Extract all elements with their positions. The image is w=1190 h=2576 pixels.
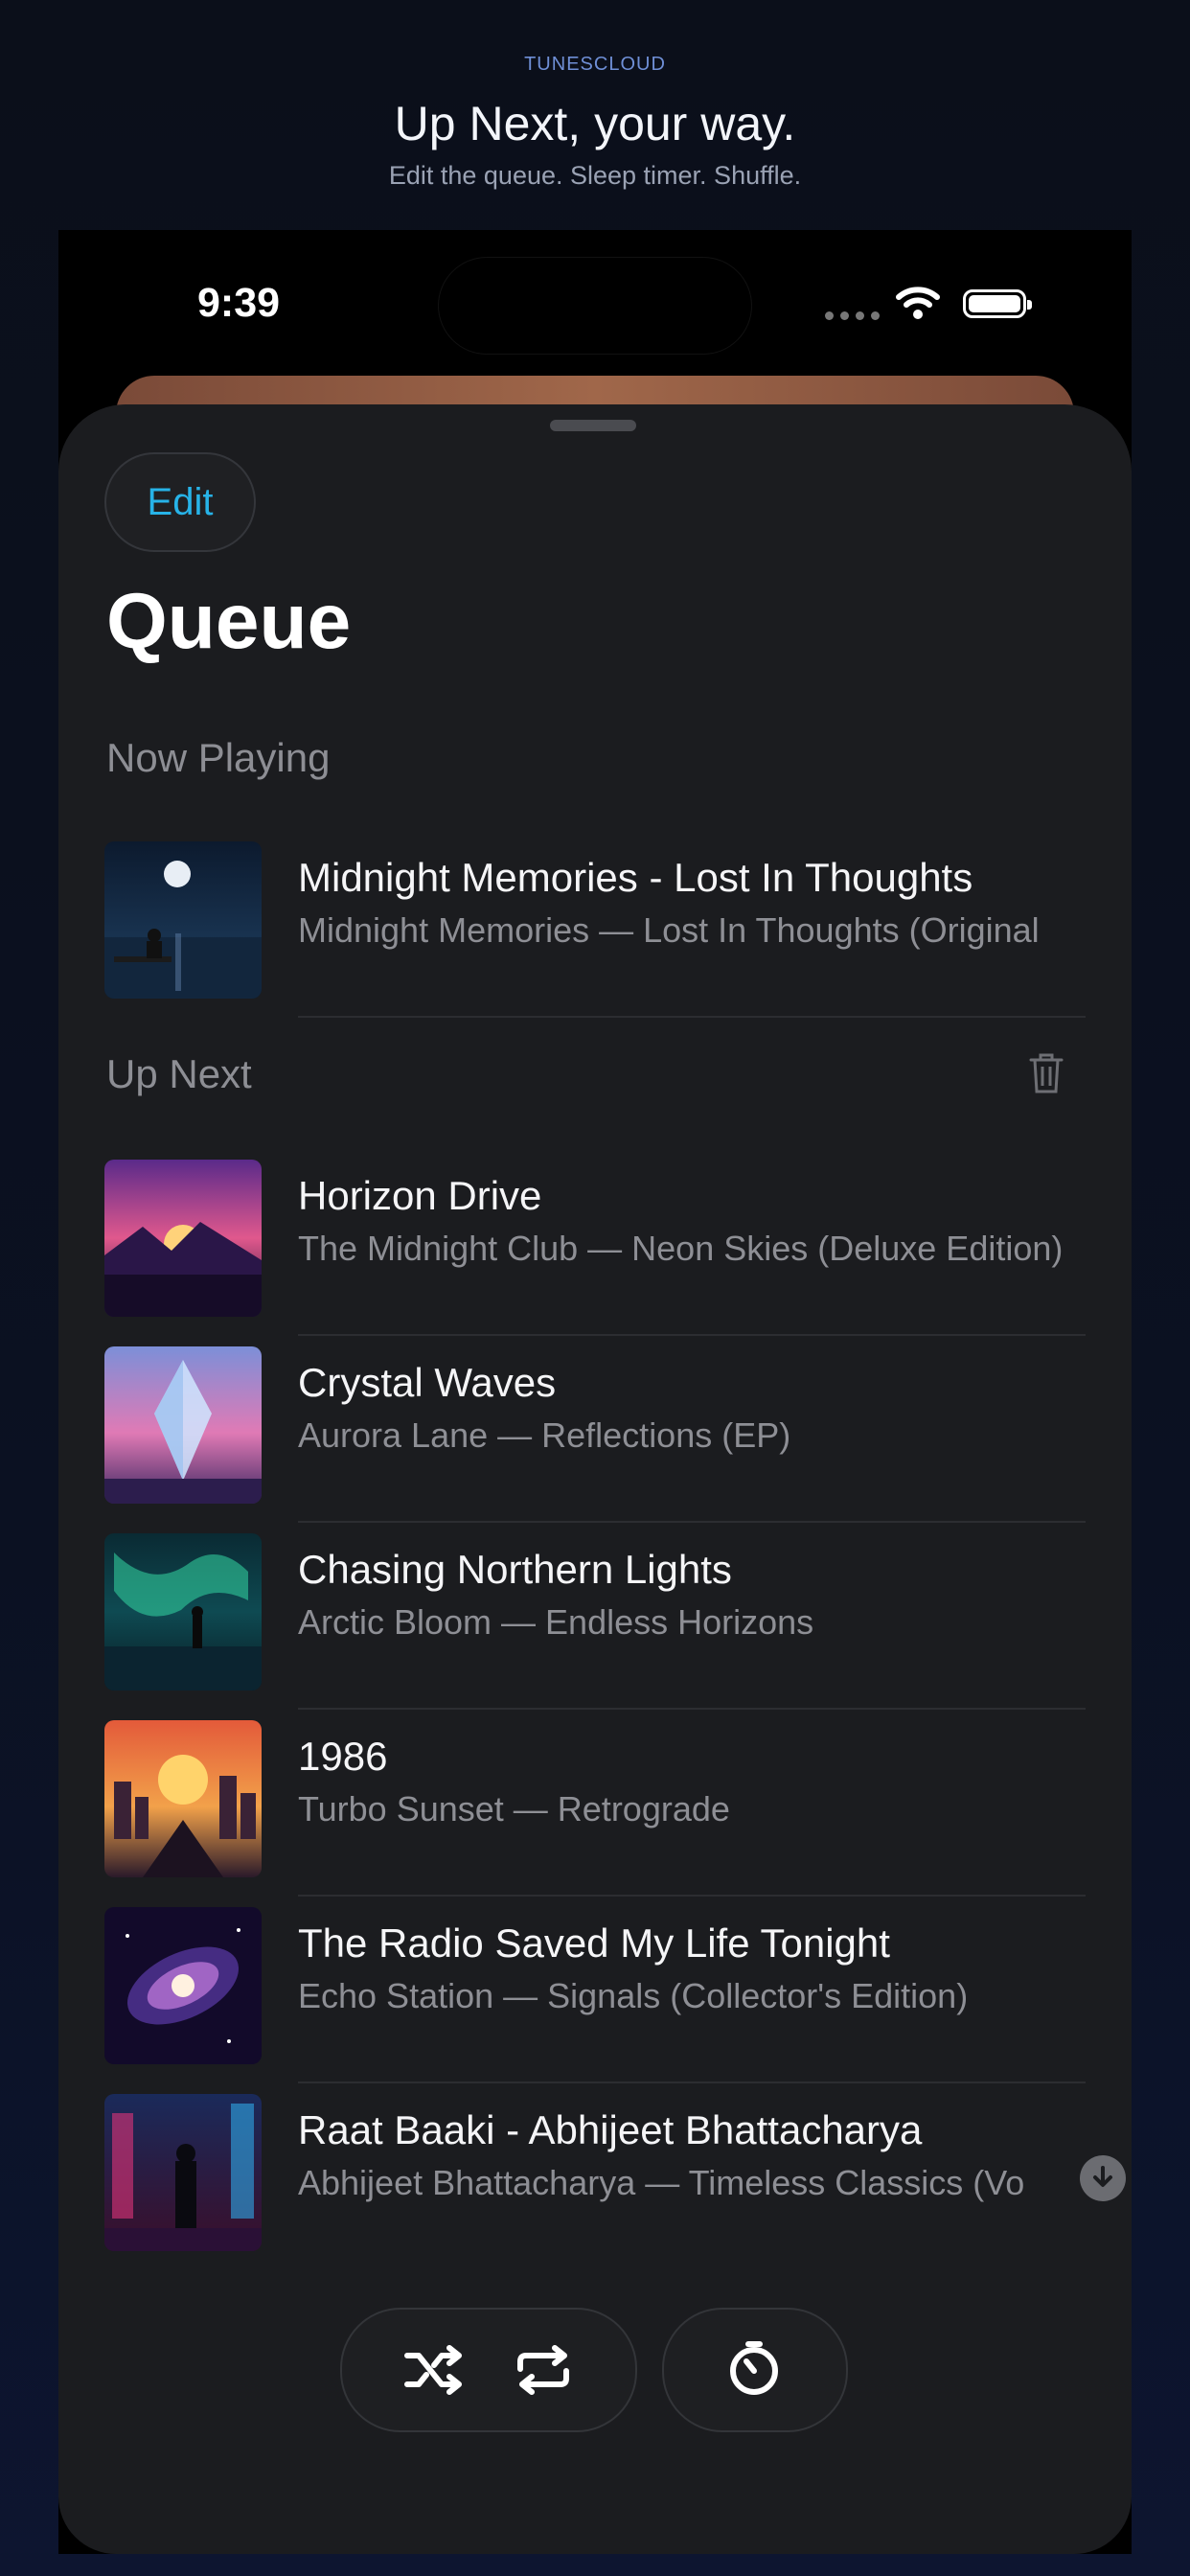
timer-icon: [730, 2341, 778, 2395]
dynamic-island: [439, 258, 751, 354]
track-subtitle: Arctic Bloom — Endless Horizons: [298, 1602, 814, 1642]
shuffle-icon[interactable]: [403, 2344, 465, 2396]
queue-row-4[interactable]: 1986 Turbo Sunset — Retrograde: [104, 1693, 1086, 1897]
queue-row-5[interactable]: The Radio Saved My Life Tonight Echo Sta…: [104, 1880, 1086, 2083]
status-time: 9:39: [197, 280, 281, 326]
phone-screen: 9:39 Edit Queue Now Playing Midnight Mem…: [58, 230, 1132, 2554]
now-playing-label: Now Playing: [106, 735, 331, 780]
album-art: [104, 1907, 262, 2064]
sheet-grabber[interactable]: [550, 420, 636, 431]
download-icon[interactable]: [1080, 2155, 1126, 2201]
edit-button[interactable]: Edit: [104, 452, 256, 552]
wifi-icon: [896, 287, 940, 319]
track-title: 1986: [298, 1734, 388, 1779]
album-art: [104, 841, 262, 999]
up-next-label: Up Next: [106, 1051, 252, 1096]
track-title: The Radio Saved My Life Tonight: [298, 1920, 890, 1966]
album-art: [104, 1533, 262, 1690]
battery-icon: [963, 289, 1032, 318]
track-title: Crystal Waves: [298, 1360, 557, 1405]
track-title: Midnight Memories - Lost In Thoughts: [298, 855, 973, 900]
now-playing-row[interactable]: Midnight Memories - Lost In Thoughts Mid…: [104, 815, 1086, 1018]
track-title: Horizon Drive: [298, 1173, 542, 1218]
repeat-icon[interactable]: [515, 2344, 572, 2396]
track-subtitle: Turbo Sunset — Retrograde: [298, 1789, 730, 1828]
album-art: [104, 2094, 262, 2251]
trash-icon[interactable]: [1027, 1051, 1065, 1095]
album-art: [104, 1160, 262, 1317]
playback-mode-controls: [340, 2308, 637, 2432]
track-title: Raat Baaki - Abhijeet Bhattacharya: [298, 2107, 923, 2152]
queue-row-2[interactable]: Crystal Waves Aurora Lane — Reflections …: [104, 1320, 1086, 1523]
cellular-icon: [825, 311, 880, 320]
album-art: [104, 1720, 262, 1877]
track-title: Chasing Northern Lights: [298, 1547, 732, 1592]
status-bar: 9:39: [58, 230, 1132, 374]
track-subtitle: The Midnight Club — Neon Skies (Deluxe E…: [298, 1229, 1064, 1268]
subheadline: Edit the queue. Sleep timer. Shuffle.: [388, 161, 802, 190]
track-subtitle: Midnight Memories — Lost In Thoughts (Or…: [298, 910, 1040, 950]
track-subtitle: Aurora Lane — Reflections (EP): [298, 1415, 791, 1455]
queue-row-1[interactable]: Horizon Drive The Midnight Club — Neon S…: [104, 1133, 1086, 1336]
queue-sheet: Edit Queue Now Playing Midnight Memories…: [58, 404, 1132, 2554]
track-subtitle: Abhijeet Bhattacharya — Timeless Classic…: [298, 2163, 1026, 2202]
sleep-timer-button[interactable]: [662, 2308, 848, 2432]
queue-row-6[interactable]: Raat Baaki - Abhijeet Bhattacharya Abhij…: [104, 2067, 1126, 2253]
brand-label: TUNESCLOUD: [524, 54, 666, 75]
track-subtitle: Echo Station — Signals (Collector's Edit…: [298, 1976, 969, 2015]
page-title: Queue: [106, 578, 352, 665]
queue-row-3[interactable]: Chasing Northern Lights Arctic Bloom — E…: [104, 1506, 1086, 1710]
divider: [298, 1016, 1086, 1018]
headline: Up Next, your way.: [394, 97, 796, 150]
album-art: [104, 1346, 262, 1504]
